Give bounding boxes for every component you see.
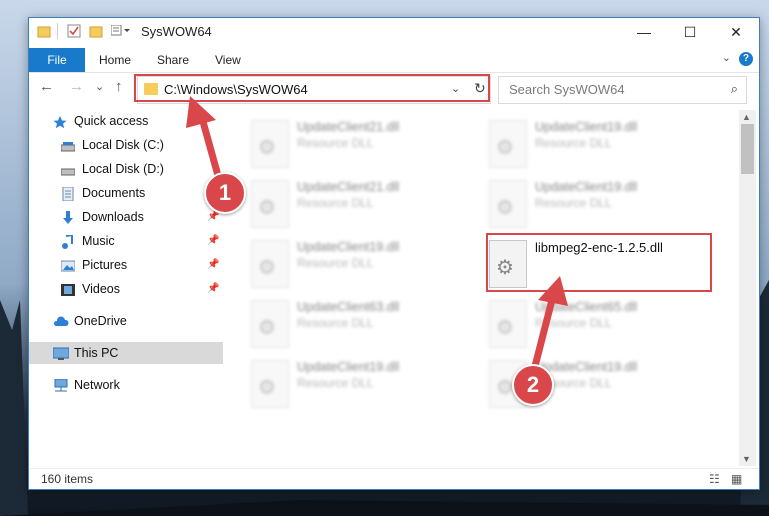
nav-item-onedrive[interactable]: OneDrive	[29, 310, 223, 332]
window-title: SysWOW64	[141, 24, 212, 39]
item-count: 160 items	[41, 472, 94, 486]
vertical-scrollbar[interactable]: ▲ ▼	[739, 110, 756, 466]
dll-file-icon: ⚙	[489, 180, 527, 228]
new-folder-icon[interactable]	[89, 24, 103, 41]
dll-file-icon: ⚙	[251, 300, 289, 348]
drive-icon	[60, 138, 76, 152]
ribbon-tabs: File Home Share View ⌄ ?	[29, 46, 759, 73]
nav-item-downloads[interactable]: Downloads 📌	[29, 206, 223, 228]
search-icon[interactable]: ⌕	[731, 81, 738, 97]
nav-item-music[interactable]: Music 📌	[29, 230, 223, 252]
back-button[interactable]: ←	[39, 78, 54, 95]
gear-icon: ⚙	[258, 197, 276, 219]
navigation-pane: Quick access Local Disk (C:) Local Disk …	[29, 110, 223, 466]
computer-icon	[52, 346, 70, 360]
dll-file-icon: ⚙	[251, 180, 289, 228]
nav-item-quick-access[interactable]: Quick access	[29, 110, 223, 132]
nav-item-local-disk-d[interactable]: Local Disk (D:)	[29, 158, 223, 180]
nav-item-network[interactable]: Network	[29, 374, 223, 396]
search-input[interactable]: Search SysWOW64	[509, 82, 625, 97]
pin-icon[interactable]: 📌	[207, 230, 219, 252]
tab-file[interactable]: File	[29, 48, 85, 72]
nav-item-this-pc[interactable]: This PC	[29, 342, 223, 364]
file-item[interactable]: ⚙ UpdateClient19.dll Resource DLL	[251, 238, 471, 292]
tab-view[interactable]: View	[215, 48, 241, 72]
details-view-icon[interactable]: ☷	[709, 472, 720, 486]
title-bar: SysWOW64 — ☐ ✕	[29, 18, 759, 46]
close-button[interactable]: ✕	[713, 18, 759, 46]
customize-toolbar-icon[interactable]	[110, 24, 131, 40]
dll-file-icon: ⚙	[251, 360, 289, 408]
cloud-icon	[53, 314, 69, 328]
download-icon	[61, 210, 75, 224]
step-marker-2: 2	[512, 364, 554, 406]
gear-icon: ⚙	[258, 377, 276, 399]
gear-icon: ⚙	[496, 317, 514, 339]
dll-file-icon: ⚙	[251, 240, 289, 288]
video-icon	[61, 282, 75, 296]
gear-icon: ⚙	[496, 197, 514, 219]
file-item[interactable]: ⚙ UpdateClient19.dll Resource DLL	[489, 118, 709, 172]
file-explorer-window: SysWOW64 — ☐ ✕ File Home Share View ⌄ ? …	[28, 17, 760, 490]
nav-item-local-disk-c[interactable]: Local Disk (C:)	[29, 134, 223, 156]
large-icons-view-icon[interactable]: ▦	[731, 472, 742, 486]
search-box[interactable]: Search SysWOW64 ⌕	[498, 76, 747, 104]
folder-icon	[37, 24, 51, 41]
recent-locations-button[interactable]: ⌄	[95, 80, 104, 93]
network-icon	[53, 378, 68, 392]
nav-item-documents[interactable]: Documents	[29, 182, 223, 204]
file-item[interactable]: ⚙ UpdateClient19.dll Resource DLL	[489, 178, 709, 232]
nav-item-pictures[interactable]: Pictures 📌	[29, 254, 223, 276]
scroll-up-arrow-icon[interactable]: ▲	[742, 112, 751, 122]
file-item[interactable]: ⚙ UpdateClient19.dll Resource DLL	[251, 358, 471, 412]
music-icon	[61, 233, 75, 249]
pictures-icon	[60, 258, 76, 272]
maximize-button[interactable]: ☐	[667, 18, 713, 46]
pin-icon[interactable]: 📌	[207, 278, 219, 300]
nav-item-videos[interactable]: Videos 📌	[29, 278, 223, 300]
file-highlight-box	[486, 233, 712, 292]
gear-icon: ⚙	[258, 257, 276, 279]
file-item[interactable]: ⚙ UpdateClient65.dll Resource DLL	[489, 298, 709, 352]
step-marker-1: 1	[204, 172, 246, 214]
file-item[interactable]: ⚙ UpdateClient63.dll Resource DLL	[251, 298, 471, 352]
address-highlight-box	[134, 74, 490, 102]
gear-icon: ⚙	[258, 317, 276, 339]
tab-share[interactable]: Share	[157, 48, 189, 72]
minimize-button[interactable]: —	[621, 18, 667, 46]
up-button[interactable]: ↑	[115, 78, 123, 95]
gear-icon: ⚙	[258, 137, 276, 159]
properties-icon[interactable]	[67, 24, 81, 41]
separator	[57, 23, 58, 39]
dll-file-icon: ⚙	[489, 300, 527, 348]
help-icon[interactable]: ?	[739, 52, 753, 66]
gear-icon: ⚙	[496, 137, 514, 159]
dll-file-icon: ⚙	[251, 120, 289, 168]
dll-file-icon: ⚙	[489, 120, 527, 168]
tab-home[interactable]: Home	[99, 48, 131, 72]
pin-icon[interactable]: 📌	[207, 254, 219, 276]
scrollbar-thumb[interactable]	[741, 124, 754, 174]
file-item[interactable]: ⚙ UpdateClient21.dll Resource DLL	[251, 178, 471, 232]
document-icon	[61, 186, 75, 202]
status-bar: 160 items ☷ ▦	[29, 468, 759, 490]
file-item[interactable]: ⚙ UpdateClient21.dll Resource DLL	[251, 118, 471, 172]
star-icon	[53, 114, 67, 129]
drive-icon	[60, 162, 76, 176]
scroll-down-arrow-icon[interactable]: ▼	[742, 454, 751, 464]
forward-button[interactable]: →	[69, 78, 84, 95]
expand-ribbon-icon[interactable]: ⌄	[722, 51, 731, 64]
